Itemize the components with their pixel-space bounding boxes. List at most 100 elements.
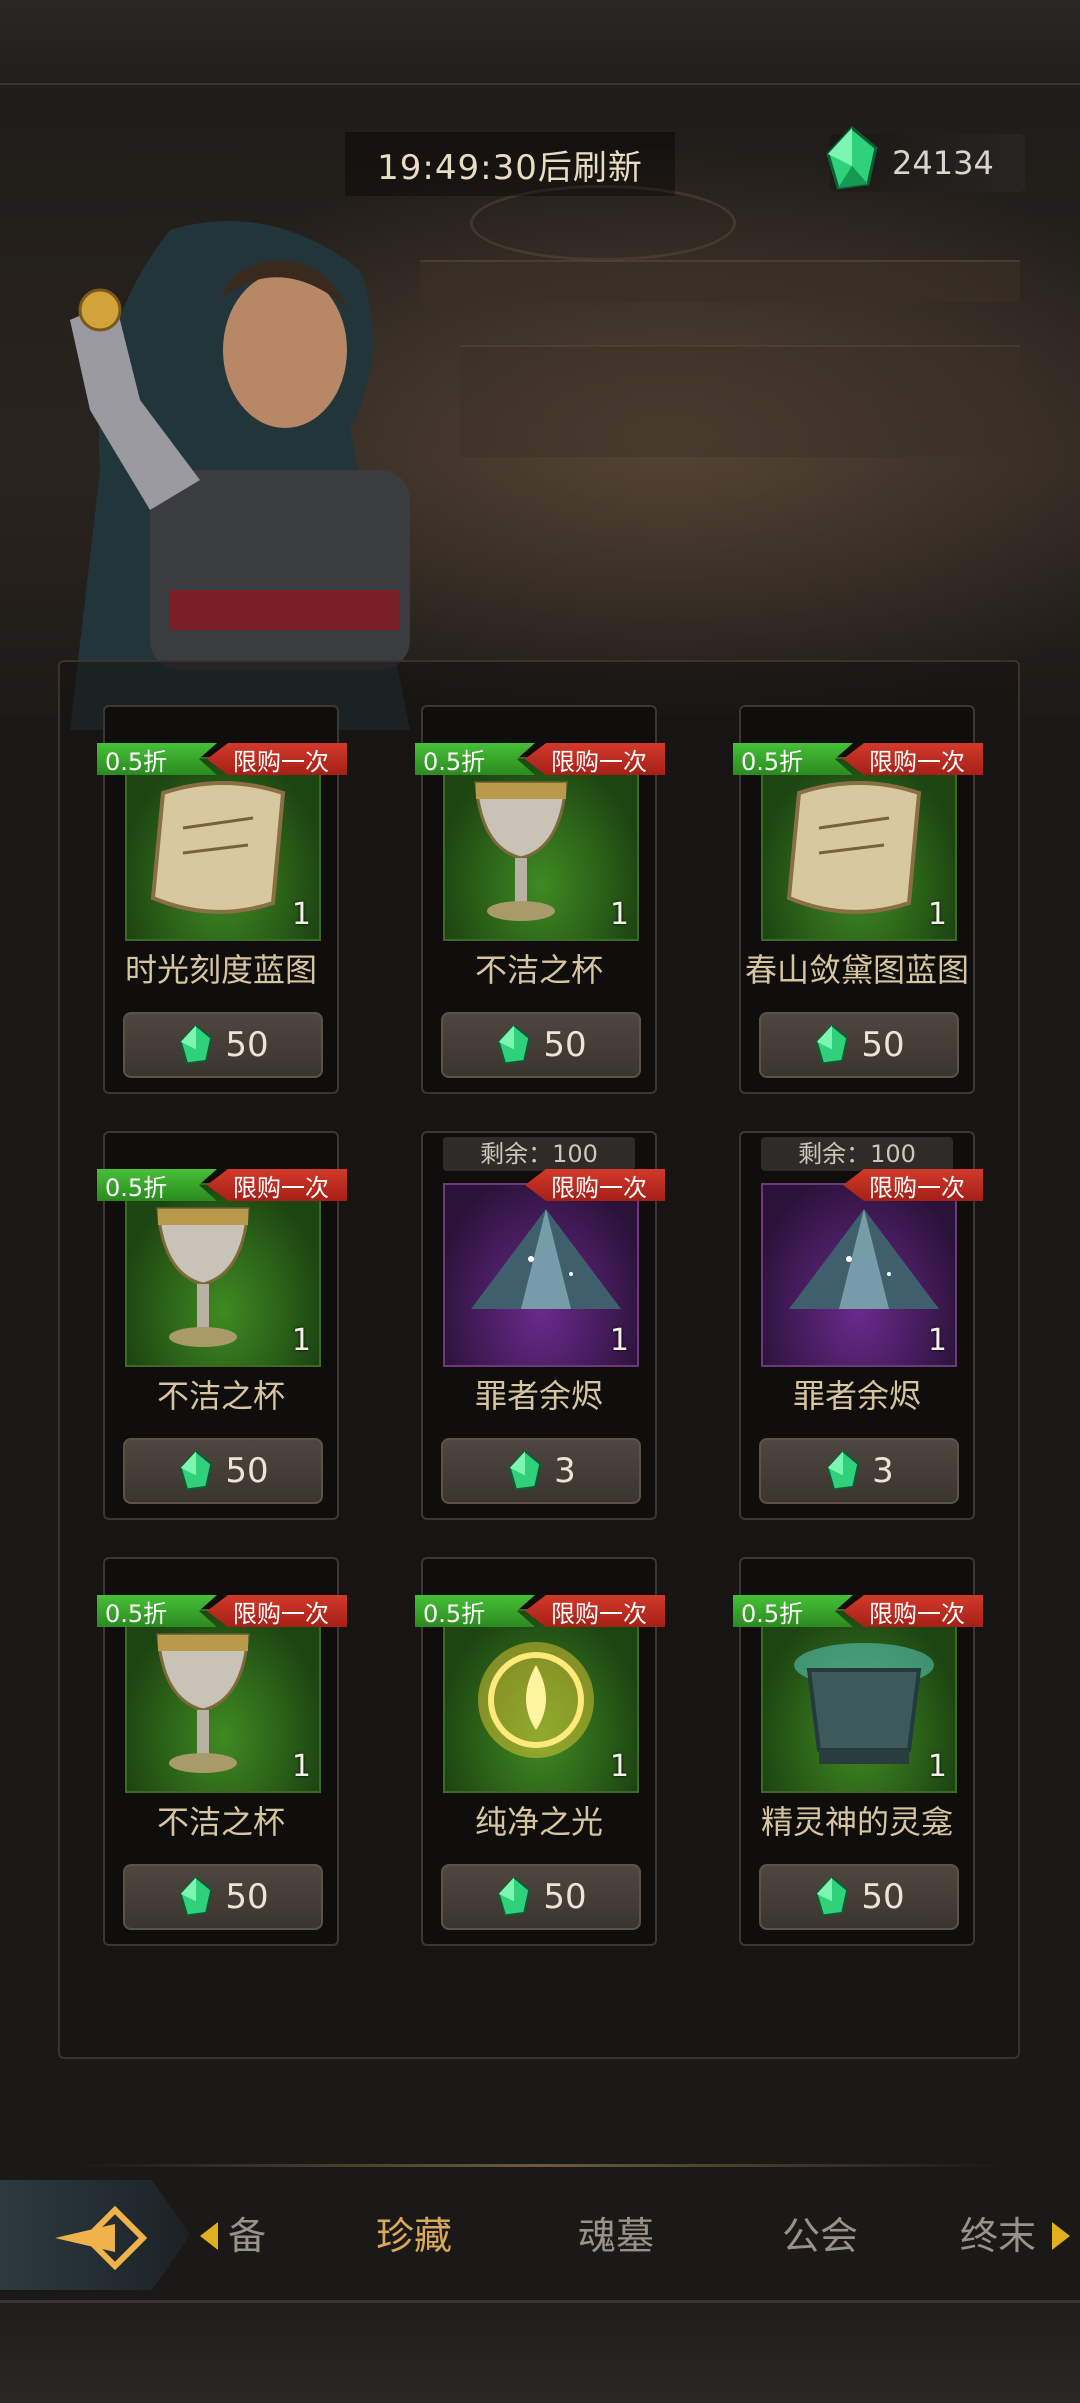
item-price: 50 (543, 1877, 587, 1917)
bottom-frame (0, 2300, 1080, 2403)
item-price: 50 (225, 1451, 269, 1491)
item-price: 50 (225, 1877, 269, 1917)
item-name: 不洁之杯 (156, 1377, 285, 1415)
item-quantity: 1 (927, 897, 947, 932)
item-quantity: 1 (609, 897, 629, 932)
shop-item-card[interactable]: 剩余：100 限购一次 1 罪者余烬 3 (421, 1131, 665, 1520)
green-gem-icon (180, 1450, 213, 1491)
item-quantity: 1 (291, 1323, 311, 1358)
green-gem-icon (180, 1024, 213, 1065)
buy-button[interactable]: 50 (441, 1864, 641, 1930)
purchase-limit-badge: 限购一次 (207, 1169, 347, 1201)
tab-finale[interactable]: 终末 (960, 2205, 1036, 2260)
item-name: 春山敛黛图蓝图 (744, 951, 969, 989)
item-price: 50 (543, 1025, 587, 1065)
buy-button[interactable]: 50 (759, 1012, 959, 1078)
green-gem-icon (498, 1876, 531, 1917)
green-gem-icon (180, 1876, 213, 1917)
item-name: 不洁之杯 (474, 951, 603, 989)
back-arrow-icon (55, 2205, 148, 2271)
item-price: 50 (861, 1877, 905, 1917)
chalice-icon (461, 773, 581, 937)
shelf-decoration (420, 260, 1020, 302)
item-quantity: 1 (927, 1749, 947, 1784)
item-name: 纯净之光 (474, 1803, 603, 1841)
item-name: 不洁之杯 (156, 1803, 285, 1841)
nav-next-arrow-icon[interactable] (1052, 2222, 1070, 2250)
discount-badge: 0.5折 (97, 743, 217, 775)
buy-button[interactable]: 50 (123, 1438, 323, 1504)
scroll-icon (779, 773, 939, 927)
purchase-limit-badge: 限购一次 (207, 743, 347, 775)
back-button[interactable] (0, 2180, 190, 2290)
item-name: 时光刻度蓝图 (124, 951, 317, 989)
discount-badge: 0.5折 (415, 1595, 535, 1627)
green-gem-icon (508, 1450, 542, 1491)
shop-item-card[interactable]: 0.5折 限购一次 1 纯净之光 50 (415, 1557, 665, 1946)
top-frame (0, 0, 1080, 98)
purchase-limit-badge: 限购一次 (525, 1169, 665, 1201)
green-gem-icon (826, 1450, 860, 1491)
currency-display[interactable]: 24134 (826, 126, 1025, 192)
counter-decoration (460, 345, 1020, 457)
purchase-limit-badge: 限购一次 (843, 743, 983, 775)
item-quantity: 1 (609, 1323, 629, 1358)
item-name: 精灵神的灵龛 (760, 1803, 953, 1841)
shop-item-card[interactable]: 0.5折 限购一次 1 春山敛黛图蓝图 50 (733, 705, 983, 1094)
shrine-urn-icon (779, 1625, 949, 1789)
item-quantity: 1 (291, 897, 311, 932)
currency-amount: 24134 (892, 144, 994, 182)
light-orb-icon (461, 1625, 611, 1779)
discount-badge: 0.5折 (97, 1595, 217, 1627)
item-quantity: 1 (927, 1323, 947, 1358)
buy-button[interactable]: 50 (441, 1012, 641, 1078)
purchase-limit-badge: 限购一次 (207, 1595, 347, 1627)
green-gem-icon (816, 1024, 849, 1065)
buy-button[interactable]: 3 (441, 1438, 641, 1504)
discount-badge: 0.5折 (733, 1595, 853, 1627)
shop-item-card[interactable]: 0.5折 限购一次 1 不洁之杯 50 (97, 1557, 347, 1946)
scroll-icon (143, 773, 303, 927)
shop-item-card[interactable]: 剩余：100 限购一次 1 罪者余烬 3 (739, 1131, 983, 1520)
item-price: 3 (872, 1451, 894, 1491)
tab-guild[interactable]: 公会 (782, 2205, 858, 2260)
stock-remaining-label: 剩余：100 (761, 1137, 953, 1171)
merchant-character-art (70, 221, 410, 730)
item-name: 罪者余烬 (474, 1377, 603, 1415)
purchase-limit-badge: 限购一次 (843, 1169, 983, 1201)
discount-badge: 0.5折 (733, 743, 853, 775)
stock-remaining-label: 剩余：100 (443, 1137, 635, 1171)
discount-badge: 0.5折 (97, 1169, 217, 1201)
tab-soul-tomb[interactable]: 魂墓 (578, 2205, 654, 2260)
shop-item-card[interactable]: 0.5折 限购一次 1 不洁之杯 50 (415, 705, 665, 1094)
green-gem-icon (826, 126, 878, 190)
refresh-timer: 19:49:30后刷新 (345, 132, 675, 196)
chalice-icon (143, 1199, 263, 1363)
purchase-limit-badge: 限购一次 (525, 1595, 665, 1627)
tab-collection[interactable]: 珍藏 (376, 2205, 452, 2260)
item-name: 罪者余烬 (792, 1377, 921, 1415)
tab-equip[interactable]: 备 (228, 2205, 266, 2260)
nav-prev-arrow-icon[interactable] (200, 2222, 218, 2250)
purchase-limit-badge: 限购一次 (843, 1595, 983, 1627)
buy-button[interactable]: 50 (759, 1864, 959, 1930)
item-quantity: 1 (609, 1749, 629, 1784)
purchase-limit-badge: 限购一次 (525, 743, 665, 775)
chalice-icon (143, 1625, 263, 1789)
refresh-timer-text: 19:49:30后刷新 (377, 147, 643, 188)
ember-pile-icon (461, 1199, 631, 1333)
item-quantity: 1 (291, 1749, 311, 1784)
shop-item-card[interactable]: 0.5折 限购一次 1 精灵神的灵龛 50 (733, 1557, 983, 1946)
nav-divider (80, 2164, 1000, 2167)
ember-pile-icon (779, 1199, 949, 1333)
shop-item-card[interactable]: 0.5折 限购一次 1 不洁之杯 50 (97, 1131, 347, 1520)
buy-button[interactable]: 50 (123, 1864, 323, 1930)
item-price: 50 (861, 1025, 905, 1065)
shop-item-card[interactable]: 0.5折 限购一次 1 时光刻度蓝图 50 (97, 705, 347, 1094)
item-price: 50 (225, 1025, 269, 1065)
discount-badge: 0.5折 (415, 743, 535, 775)
buy-button[interactable]: 3 (759, 1438, 959, 1504)
chandelier-decoration (470, 185, 736, 261)
buy-button[interactable]: 50 (123, 1012, 323, 1078)
green-gem-icon (816, 1876, 849, 1917)
